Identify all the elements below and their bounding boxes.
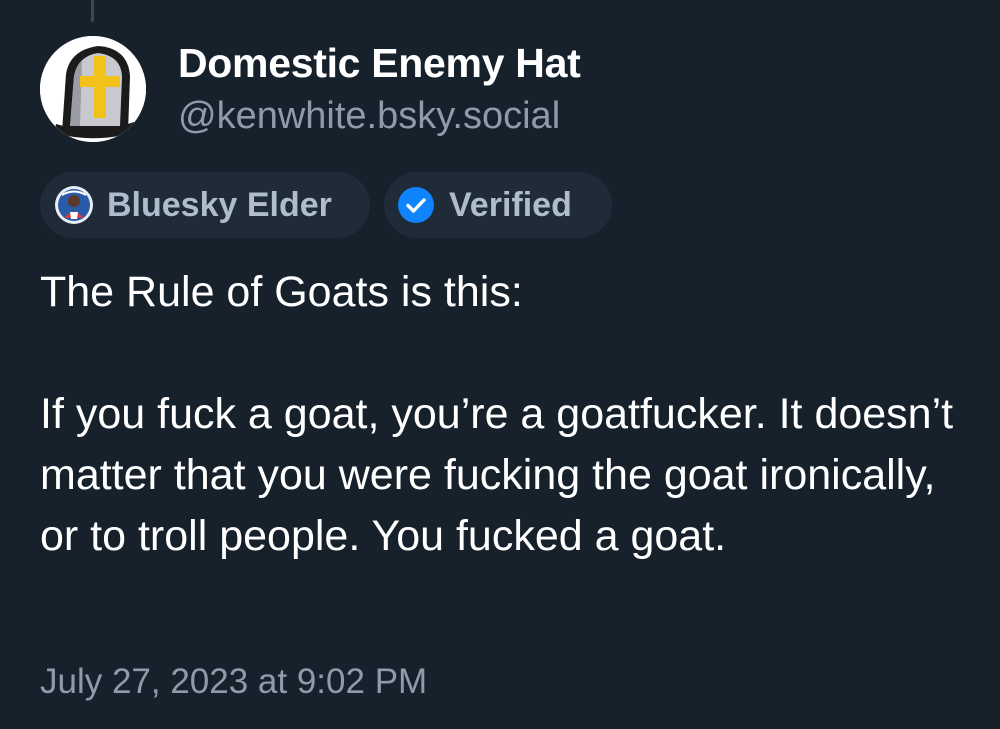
post-text-paragraph-2: If you fuck a goat, you’re a goatfucker.… <box>40 390 954 560</box>
post-text-line-1: The Rule of Goats is this: <box>40 268 523 316</box>
verified-check-icon <box>397 186 435 224</box>
verified-badge-label: Verified <box>449 185 572 224</box>
bluesky-elder-badge-label: Bluesky Elder <box>107 185 332 224</box>
white-hat-with-yellow-cross-icon <box>40 36 146 142</box>
post-body: The Rule of Goats is this: If you fuck a… <box>40 262 980 567</box>
author-display-name[interactable]: Domestic Enemy Hat <box>178 40 581 87</box>
author-handle[interactable]: @kenwhite.bsky.social <box>178 95 560 138</box>
verified-badge[interactable]: Verified <box>384 172 612 238</box>
elder-avatar-icon <box>55 186 93 224</box>
bluesky-elder-badge[interactable]: Bluesky Elder <box>40 172 370 238</box>
post-timestamp[interactable]: July 27, 2023 at 9:02 PM <box>40 662 427 702</box>
author-avatar[interactable] <box>40 36 146 142</box>
thread-connector-line <box>91 0 94 22</box>
